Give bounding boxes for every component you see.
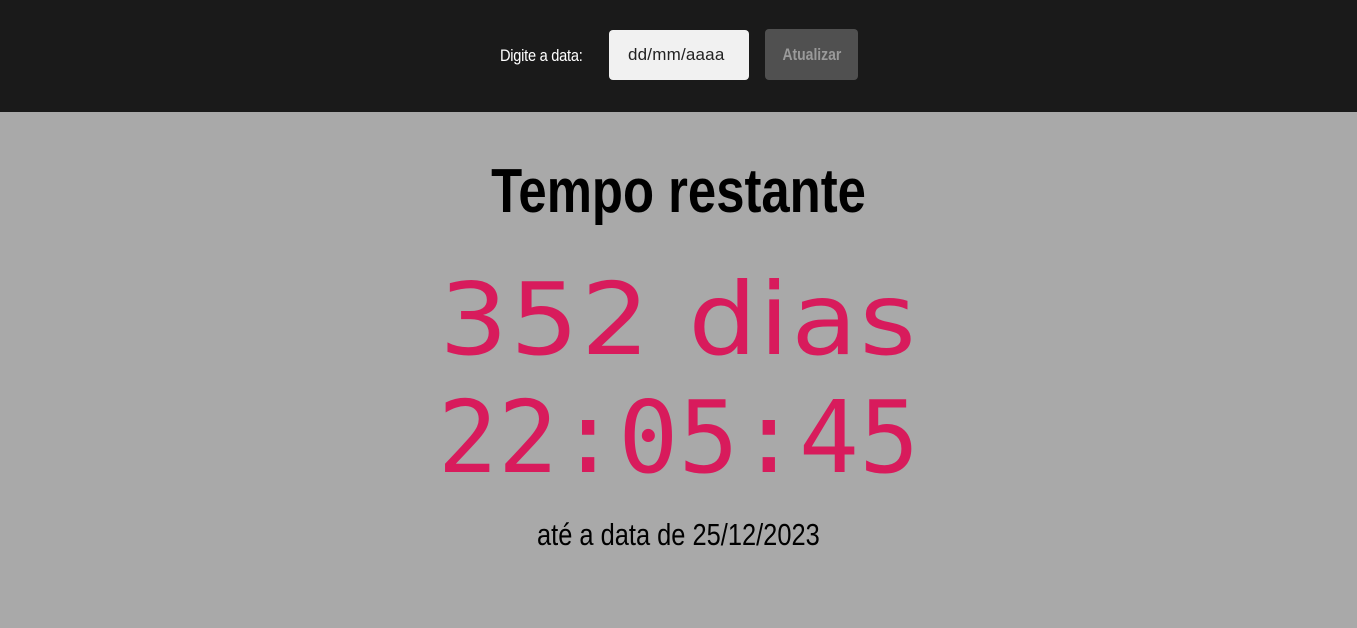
update-button[interactable]: Atualizar xyxy=(765,29,858,80)
countdown-title-text: Tempo restante xyxy=(491,157,866,226)
date-input[interactable] xyxy=(609,30,749,80)
countdown-panel: Tempo restante 352 dias 22:05:45 até a d… xyxy=(0,112,1357,628)
time-remaining-text: 22:05:45 xyxy=(437,379,920,496)
days-remaining: 352 dias xyxy=(0,270,1357,370)
time-remaining: 22:05:45 xyxy=(0,388,1357,488)
target-date-caption-text: até a data de 25/12/2023 xyxy=(537,517,820,552)
top-bar: Digite a data: Atualizar xyxy=(0,0,1357,112)
update-button-label: Atualizar xyxy=(782,44,841,64)
date-label: Digite a data: xyxy=(500,46,583,65)
countdown-title: Tempo restante xyxy=(0,152,1357,232)
target-date-caption: até a data de 25/12/2023 xyxy=(0,515,1357,555)
days-remaining-text: 352 dias xyxy=(439,261,918,378)
